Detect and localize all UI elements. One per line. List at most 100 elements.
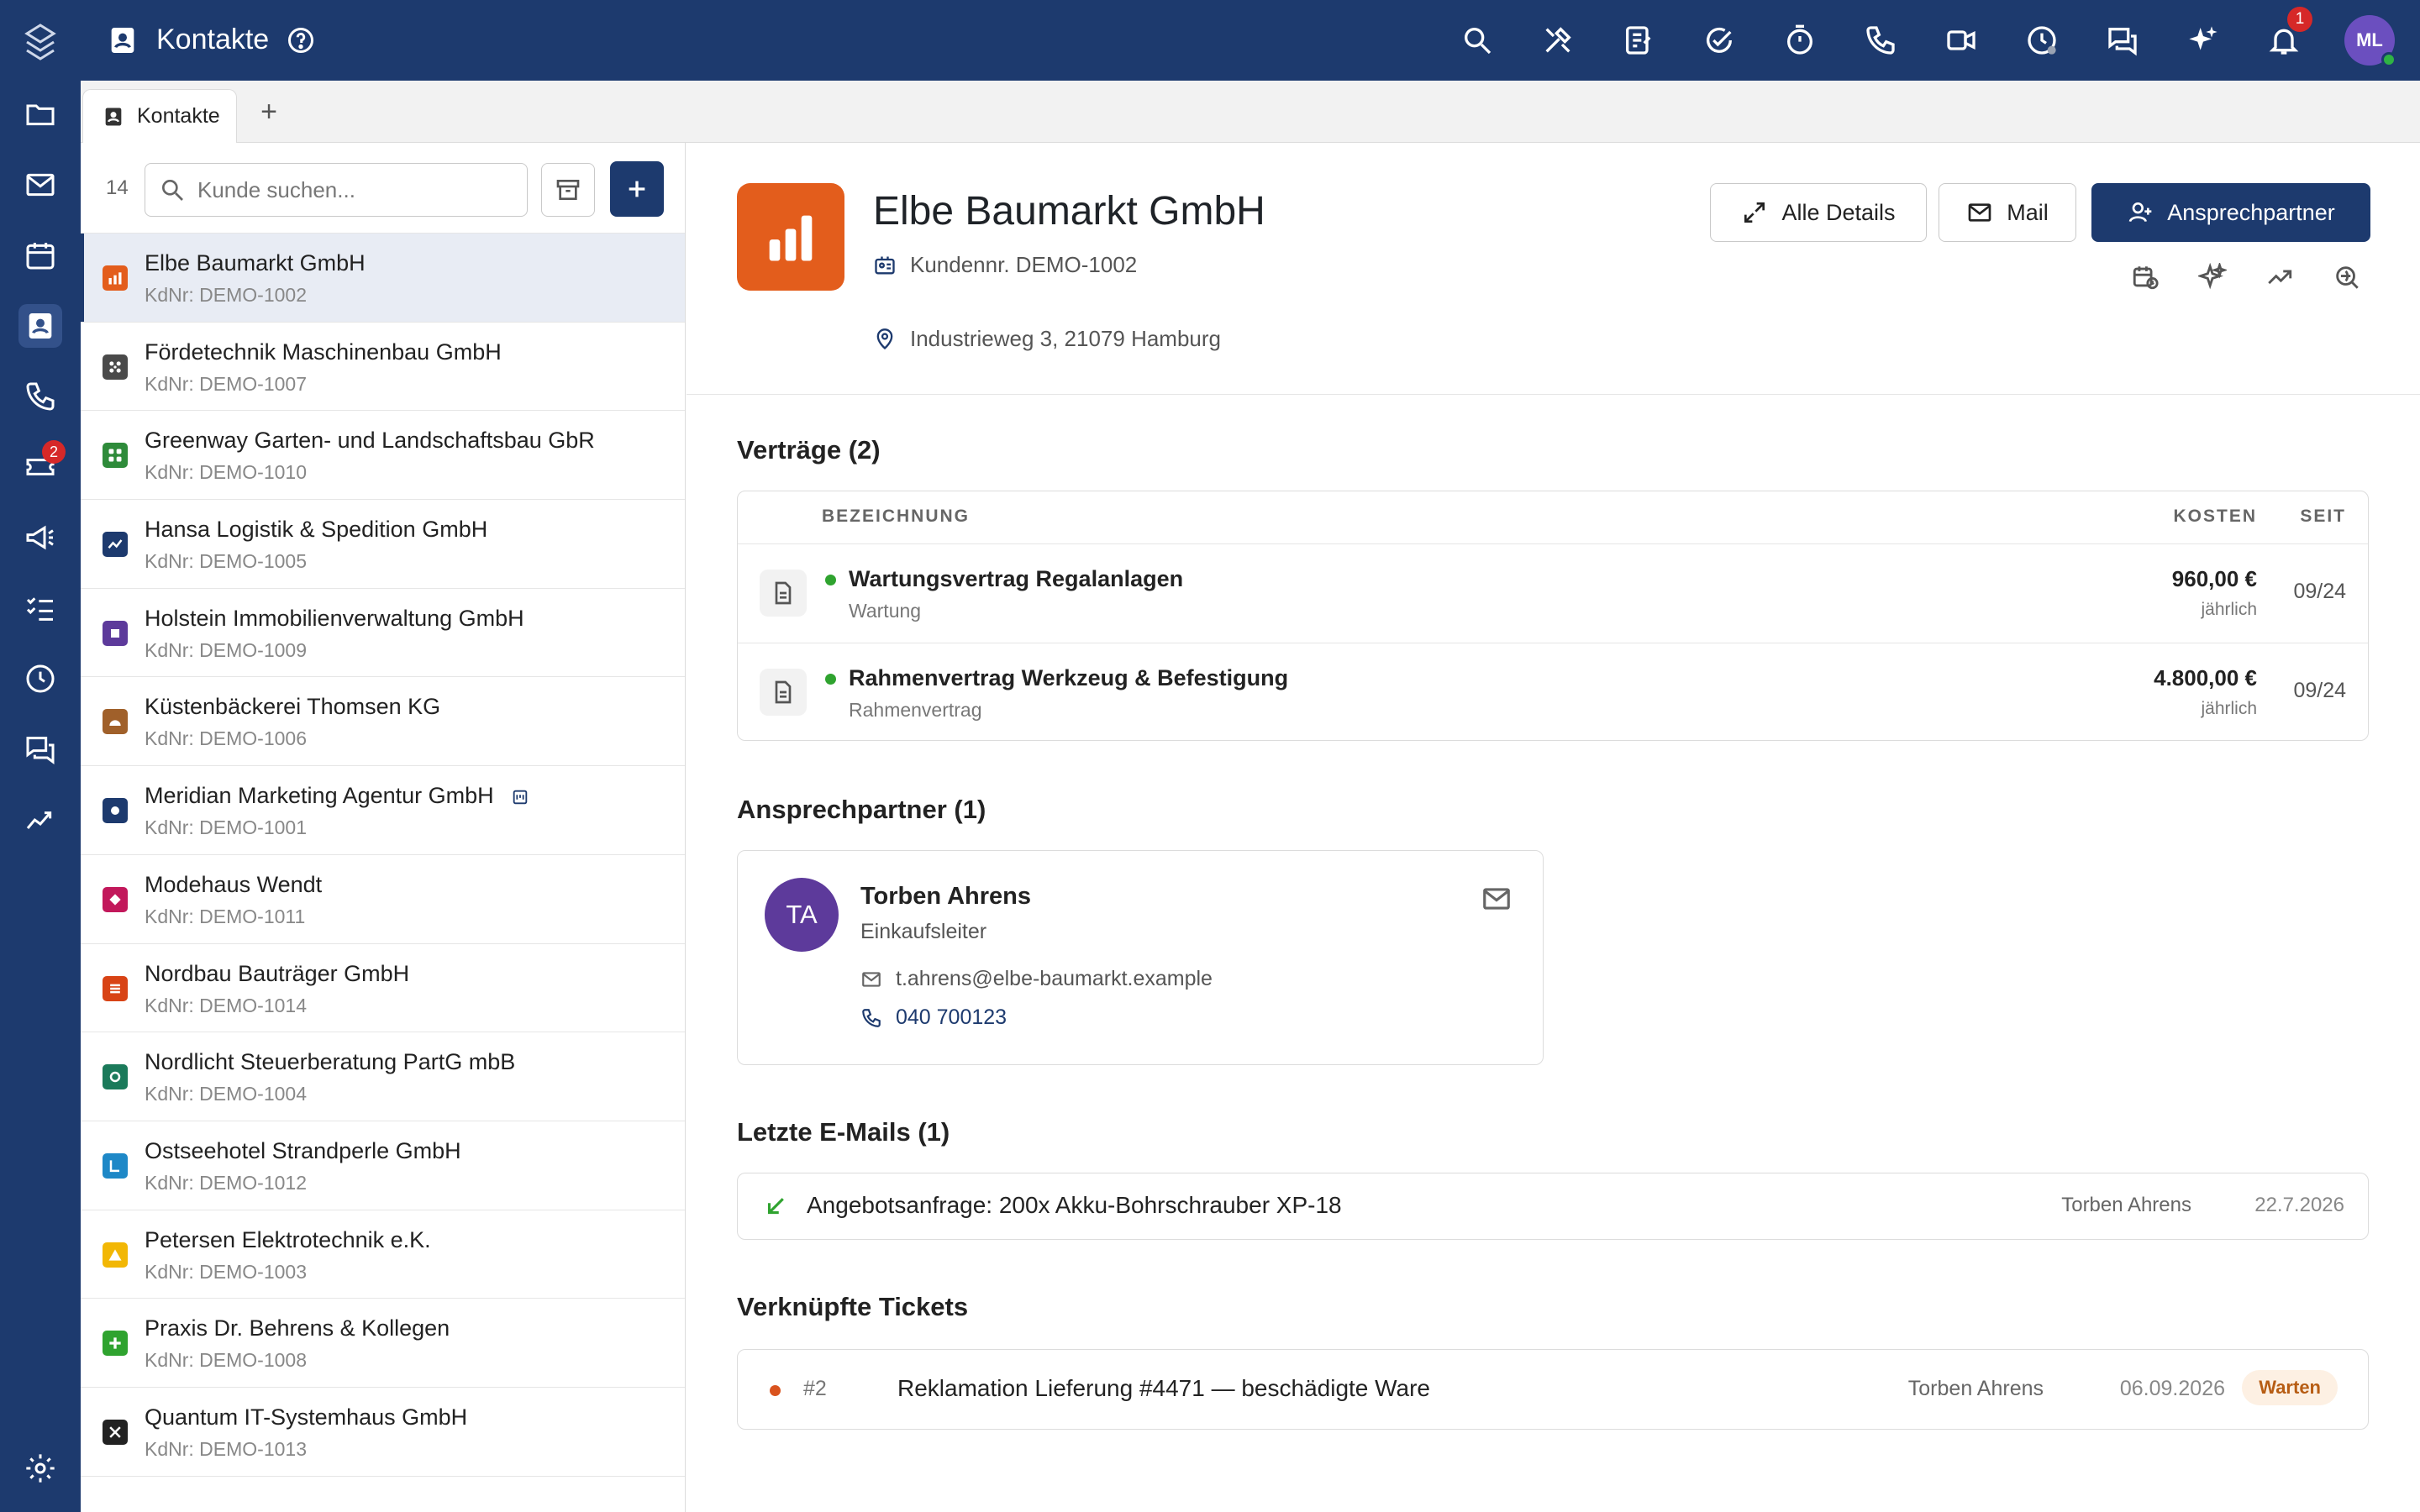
customer-list-item[interactable]: Praxis Dr. Behrens & Kollegen KdNr: DEMO-… [81, 1299, 685, 1388]
customer-list-item[interactable]: Nordlicht Steuerberatung PartG mbB KdNr: … [81, 1032, 685, 1121]
customer-name: Greenway Garten- und Landschaftsbau GbR [145, 428, 595, 454]
company-logo-icon [103, 798, 128, 824]
folder-icon[interactable] [18, 92, 62, 136]
contract-since: 09/24 [2293, 580, 2346, 603]
customer-search-input[interactable] [197, 176, 517, 203]
ticket-row[interactable]: #2 Reklamation Lieferung #4471 — beschäd… [737, 1349, 2369, 1430]
contacts-title: Ansprechpartner (1) [737, 795, 986, 824]
customer-number: KdNr: DEMO-1001 [145, 816, 308, 839]
timer-icon[interactable] [1780, 20, 1820, 60]
send-mail-icon[interactable] [1481, 883, 1512, 915]
megaphone-icon[interactable] [18, 516, 62, 559]
contact-phone[interactable]: 040 700123 [860, 1005, 1007, 1030]
email-row[interactable]: Angebotsanfrage: 200x Akku-Bohrschrauber… [737, 1173, 2369, 1240]
search-icon[interactable] [1457, 20, 1497, 60]
archive-icon [556, 180, 580, 200]
customer-list-item[interactable]: Hansa Logistik & Spedition GmbH KdNr: DEM… [81, 500, 685, 589]
all-details-button[interactable]: Alle Details [1710, 183, 1927, 242]
sparkle-ai-icon[interactable] [2194, 259, 2231, 296]
company-logo-icon [103, 1152, 128, 1179]
tools-icon[interactable] [1538, 20, 1578, 60]
customer-number: KdNr: DEMO-1003 [145, 1260, 308, 1283]
contracts-table: BEZEICHNUNG KOSTEN SEIT Wartungsvertrag … [737, 491, 2369, 741]
customer-name: Hansa Logistik & Spedition GmbH [145, 517, 487, 543]
add-contact-person-label: Ansprechpartner [2167, 199, 2335, 225]
mail-label: Mail [2007, 199, 2049, 225]
customer-name-text: Quantum IT-Systemhaus GmbH [145, 1404, 468, 1430]
bell-icon[interactable]: 1 [2264, 7, 2312, 60]
notes-icon[interactable] [1618, 20, 1659, 60]
mail-icon[interactable] [18, 163, 62, 207]
contract-cost: 4.800,00 € [2154, 665, 2257, 690]
customer-list-item[interactable]: Nordbau Bauträger GmbH KdNr: DEMO-1014 [81, 944, 685, 1033]
app-logo-icon[interactable] [20, 22, 60, 62]
side-rail: 2 [0, 0, 81, 1512]
contact-avatar: TA [765, 878, 839, 952]
calendar-history-icon[interactable] [2127, 259, 2164, 296]
clock-icon[interactable] [18, 657, 62, 701]
customer-number: KdNr: DEMO-1012 [145, 1171, 308, 1194]
customer-list-item[interactable]: Meridian Marketing Agentur GmbH KdNr: DEM… [81, 766, 685, 855]
customer-list-item[interactable]: Elbe Baumarkt GmbH KdNr: DEMO-1002 [81, 234, 685, 323]
settings-icon[interactable] [18, 1446, 62, 1490]
customer-name: Meridian Marketing Agentur GmbH [145, 783, 529, 809]
customer-list-item[interactable]: Greenway Garten- und Landschaftsbau GbR K… [81, 411, 685, 501]
customer-list-item[interactable]: Küstenbäckerei Thomsen KG KdNr: DEMO-1006 [81, 677, 685, 767]
company-logo-icon [103, 1331, 128, 1357]
ticket-icon[interactable]: 2 [18, 440, 66, 489]
contact-email[interactable]: t.ahrens@elbe-baumarkt.example [860, 967, 1213, 991]
clock-status-icon[interactable] [2022, 20, 2062, 60]
sparkle-ai-icon[interactable] [2183, 20, 2223, 60]
all-details-label: Alle Details [1781, 199, 1896, 225]
contact-person-card[interactable]: TA Torben Ahrens Einkaufsleiter t.ahrens… [737, 850, 1544, 1065]
app-title: Kontakte [156, 24, 270, 55]
customer-list-item[interactable]: Holstein Immobilienverwaltung GmbH KdNr: … [81, 589, 685, 678]
customer-list-item[interactable]: Petersen Elektrotechnik e.K. KdNr: DEMO-1… [81, 1210, 685, 1299]
customer-list-item[interactable]: Ostseehotel Strandperle GmbH KdNr: DEMO-1… [81, 1121, 685, 1210]
calendar-badge-icon [511, 788, 529, 806]
user-avatar[interactable]: ML [2344, 15, 2396, 67]
customer-list-item[interactable]: Fördetechnik Maschinenbau GmbH KdNr: DEMO… [81, 323, 685, 412]
video-icon[interactable] [1941, 20, 1981, 60]
contract-type: Wartung [849, 600, 922, 622]
task-check-icon[interactable] [1699, 20, 1739, 60]
archive-button[interactable] [541, 163, 595, 217]
customer-number: KdNr: DEMO-1011 [145, 905, 306, 927]
checklist-icon[interactable] [18, 586, 62, 630]
ticket-date: 06.09.2026 [2119, 1377, 2225, 1400]
company-logo-icon [103, 354, 128, 380]
customer-name-text: Modehaus Wendt [145, 871, 323, 897]
add-tab-button[interactable]: + [252, 96, 286, 129]
contract-row[interactable]: Wartungsvertrag Regalanlagen Wartung 960… [738, 543, 2368, 643]
tickets-title: Verknüpfte Tickets [737, 1292, 969, 1321]
calendar-icon[interactable] [18, 234, 62, 277]
help-icon[interactable] [286, 25, 316, 55]
customer-name: Quantum IT-Systemhaus GmbH [145, 1404, 467, 1431]
phone-icon[interactable] [18, 375, 62, 418]
tab-kontakte[interactable]: Kontakte [82, 89, 237, 143]
customer-number: KdNr: DEMO-1013 [145, 1437, 308, 1460]
customer-number: KdNr: DEMO-1005 [145, 550, 308, 573]
trend-up-icon[interactable] [2261, 259, 2298, 296]
contact-phone-text: 040 700123 [896, 1005, 1007, 1029]
chat-icon[interactable] [18, 727, 62, 771]
contract-type: Rahmenvertrag [849, 699, 982, 721]
customer-list-item[interactable]: Quantum IT-Systemhaus GmbH KdNr: DEMO-101… [81, 1388, 685, 1477]
ticket-number: #2 [803, 1377, 827, 1400]
ticket-status-badge: Warten [2242, 1370, 2338, 1405]
contacts-icon[interactable] [18, 304, 62, 348]
contract-row[interactable]: Rahmenvertrag Werkzeug & Befestigung Rah… [738, 643, 2368, 742]
customer-name: Elbe Baumarkt GmbH [145, 250, 366, 276]
add-customer-button[interactable] [610, 161, 664, 217]
web-search-icon[interactable] [2328, 259, 2365, 296]
analytics-icon[interactable] [18, 798, 62, 842]
user-initials: ML [2356, 29, 2383, 50]
mail-button[interactable]: Mail [1939, 183, 2076, 242]
phone-icon[interactable] [1860, 20, 1901, 60]
customer-number-text: Kundennr. DEMO-1002 [910, 252, 1138, 277]
add-contact-person-button[interactable]: Ansprechpartner [2091, 183, 2370, 242]
chat-icon[interactable] [2102, 20, 2143, 60]
customer-list-item[interactable]: Modehaus Wendt KdNr: DEMO-1011 [81, 855, 685, 944]
search-icon [162, 180, 183, 201]
contract-period: jährlich [2201, 600, 2257, 619]
